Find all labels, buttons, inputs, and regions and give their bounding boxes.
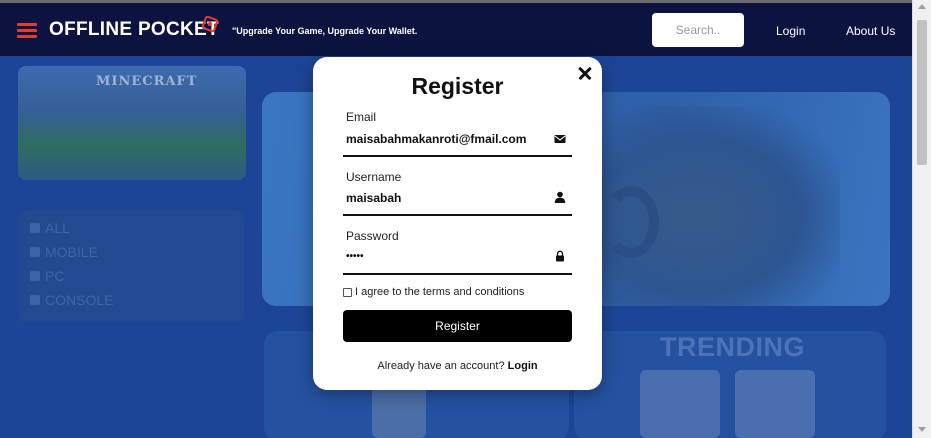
envelope-icon: [554, 135, 566, 143]
terms-checkbox[interactable]: [343, 287, 352, 297]
tagline: "Upgrade Your Game, Upgrade Your Wallet.: [232, 26, 418, 36]
username-label: Username: [346, 170, 402, 184]
brand-name[interactable]: OFFLINE POCKET: [49, 19, 219, 41]
lock-icon: [556, 250, 564, 262]
username-underline: [343, 214, 572, 216]
footer-login-link[interactable]: Login: [508, 360, 538, 372]
email-underline: [343, 155, 572, 157]
category-all[interactable]: ALL: [30, 220, 70, 236]
category-label: MOBILE: [45, 244, 98, 260]
hamburger-menu-icon[interactable]: [17, 23, 37, 39]
category-label: CONSOLE: [45, 292, 114, 308]
mobile-icon: [30, 247, 40, 257]
game-thumbnail[interactable]: [372, 386, 426, 438]
register-modal: Register Email Username Password I agree…: [313, 57, 602, 390]
email-field[interactable]: [346, 130, 540, 148]
category-panel: ALL MOBILE PC CONSOLE: [18, 210, 244, 322]
category-console[interactable]: CONSOLE: [30, 292, 113, 308]
category-label: PC: [45, 268, 65, 284]
password-label: Password: [346, 229, 399, 243]
scroll-up-arrow-icon[interactable]: [918, 4, 926, 9]
terms-label: I agree to the terms and conditions: [355, 286, 525, 298]
monitor-icon: [30, 271, 40, 281]
user-icon: [554, 191, 566, 203]
nav-about-link[interactable]: About Us: [846, 24, 895, 38]
trending-thumbnail[interactable]: [735, 370, 815, 438]
close-icon[interactable]: [576, 65, 594, 83]
username-field[interactable]: [346, 189, 540, 207]
category-mobile[interactable]: MOBILE: [30, 244, 98, 260]
register-button[interactable]: Register: [343, 310, 572, 342]
password-underline: [343, 273, 572, 275]
page-scrollbar[interactable]: [912, 0, 931, 438]
category-label: ALL: [45, 220, 70, 236]
trending-title: TRENDING: [660, 332, 805, 362]
modal-title: Register: [411, 73, 504, 99]
terms-row[interactable]: I agree to the terms and conditions: [343, 286, 524, 298]
layers-icon: [30, 223, 40, 233]
trending-thumbnail[interactable]: [640, 370, 720, 438]
password-field[interactable]: [346, 247, 540, 265]
featured-game-card[interactable]: MINECRAFT: [18, 66, 246, 180]
gamepad-icon: [30, 295, 40, 305]
email-label: Email: [346, 110, 377, 124]
login-prompt-text: Already have an account?: [377, 360, 505, 372]
category-pc[interactable]: PC: [30, 268, 64, 284]
search-input[interactable]: [652, 13, 744, 47]
navbar: OFFLINE POCKET "Upgrade Your Game, Upgra…: [0, 0, 912, 56]
xbox-logo-icon: [603, 186, 659, 258]
scroll-down-arrow-icon[interactable]: [918, 427, 926, 432]
scroll-thumb[interactable]: [917, 20, 927, 165]
nav-login-link[interactable]: Login: [776, 24, 805, 38]
featured-game-title: MINECRAFT: [96, 74, 198, 89]
login-prompt: Already have an account? Login: [313, 360, 602, 372]
brand-logo-icon: [201, 15, 219, 33]
